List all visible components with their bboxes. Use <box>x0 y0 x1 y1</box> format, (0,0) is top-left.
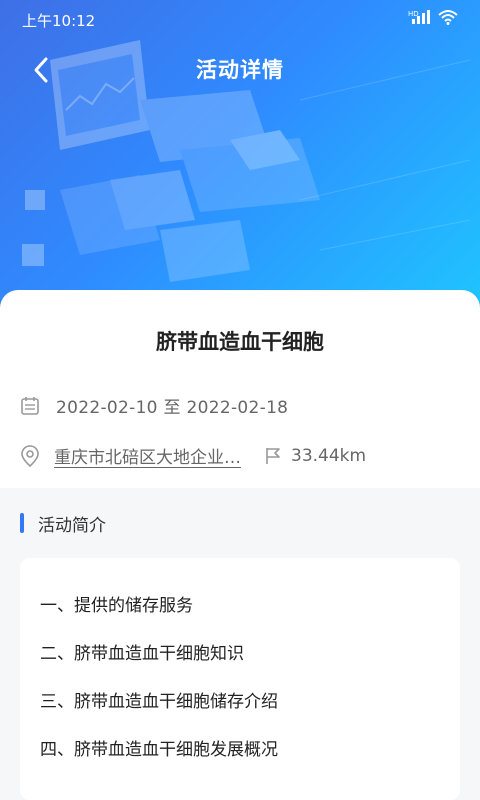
page-title: 活动详情 <box>196 58 284 82</box>
flag-icon <box>266 447 280 464</box>
intro-item: 二、脐带血造血干细胞知识 <box>40 644 244 664</box>
calendar-icon <box>21 396 39 415</box>
intro-item: 四、脐带血造血干细胞发展概况 <box>40 740 278 760</box>
event-location-row: 重庆市北碚区大地企业… 33.44km <box>20 443 366 468</box>
status-bar: 上午10:12 HD <box>0 0 480 40</box>
nav-bar: 活动详情 <box>0 42 480 98</box>
event-title: 脐带血造血干细胞 <box>156 330 324 354</box>
intro-section-title: 活动简介 <box>38 515 106 536</box>
intro-item: 一、提供的储存服务 <box>40 596 193 616</box>
event-address-link[interactable]: 重庆市北碚区大地企业… <box>54 443 241 468</box>
status-icons: HD <box>408 9 458 25</box>
event-date-row: 2022-02-10 至 2022-02-18 <box>20 393 288 418</box>
section-accent-bar <box>20 513 24 533</box>
status-time: 上午10:12 <box>22 12 96 30</box>
intro-section-header: 活动简介 <box>20 511 106 536</box>
event-date-range: 2022-02-10 至 2022-02-18 <box>56 398 289 418</box>
header-banner: 上午10:12 HD 活动详情 <box>0 0 480 320</box>
event-info-card: 脐带血造血干细胞 2022-02-10 至 2022-02-18 重庆市北碚区大… <box>0 290 480 488</box>
wifi-icon <box>438 10 458 25</box>
distance-value: 33.44km <box>291 445 367 466</box>
signal-icon: HD <box>408 10 430 24</box>
intro-card: 一、提供的储存服务 二、脐带血造血干细胞知识 三、脐带血造血干细胞储存介绍 四、… <box>20 558 460 800</box>
intro-item: 三、脐带血造血干细胞储存介绍 <box>40 692 278 712</box>
distance: 33.44km <box>265 446 366 466</box>
location-pin-icon <box>21 444 39 467</box>
